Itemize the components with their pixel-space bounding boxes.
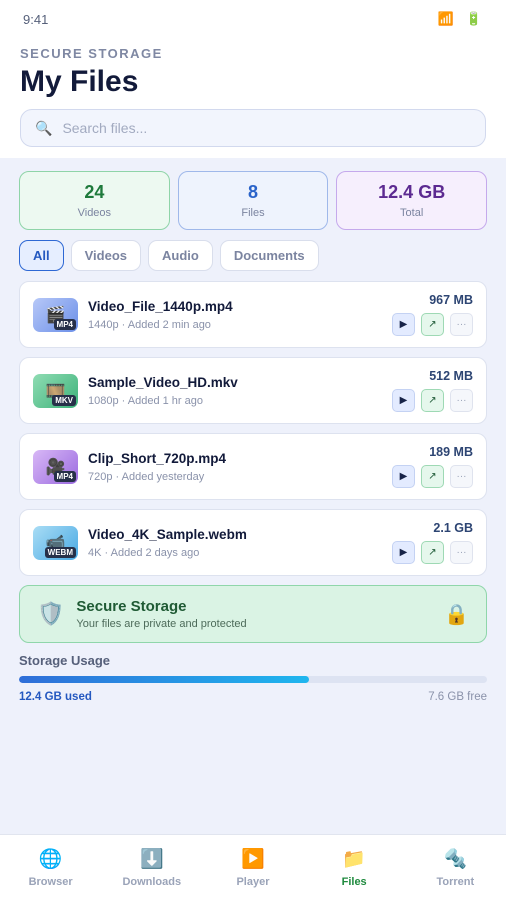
- file-meta: 1080p · Added 1 hr ago: [88, 394, 203, 407]
- stat-label: Total: [400, 207, 424, 219]
- play-icon: ▶️: [241, 849, 265, 870]
- file-name: Sample_Video_HD.mkv: [88, 374, 238, 390]
- nav-label: Browser: [28, 876, 73, 888]
- file-item[interactable]: 🎥 MP4 Clip_Short_720p.mp4 720p · Added y…: [19, 433, 487, 500]
- stat-videos: 24 Videos: [19, 171, 170, 230]
- usage-used: 12.4 GB used: [19, 691, 92, 703]
- nav-label: Player: [236, 876, 270, 888]
- play-button[interactable]: ▶: [392, 541, 415, 564]
- file-name: Video_File_1440p.mp4: [88, 298, 233, 314]
- stat-total: 12.4 GB Total: [336, 171, 488, 230]
- more-button[interactable]: ···: [450, 313, 473, 336]
- file-size: 2.1 GB: [433, 521, 473, 535]
- file-meta: 4K · Added 2 days ago: [88, 546, 200, 559]
- download-icon: ⬇️: [139, 849, 164, 870]
- folder-icon: 📁: [342, 849, 366, 870]
- search-icon: 🔍: [35, 119, 53, 136]
- file-size: 189 MB: [429, 445, 473, 459]
- status-time: 9:41: [23, 11, 49, 27]
- format-badge: WEBM: [44, 546, 76, 558]
- video-thumbnail: 🎞️ MKV: [33, 373, 78, 408]
- globe-icon: 🌐: [38, 849, 63, 870]
- search-bar[interactable]: 🔍: [20, 109, 486, 147]
- stat-value: 8: [248, 182, 259, 202]
- file-size: 512 MB: [429, 369, 473, 383]
- stat-value: 12.4 GB: [378, 182, 446, 202]
- secure-subtitle: Your files are private and protected: [76, 618, 247, 630]
- tab-audio[interactable]: Audio: [148, 240, 213, 271]
- share-button[interactable]: ↗: [421, 389, 444, 412]
- secure-storage-banner: 🛡️ Secure Storage Your files are private…: [19, 585, 487, 643]
- usage-bar: [19, 676, 487, 683]
- format-badge: MKV: [52, 394, 76, 406]
- nav-files[interactable]: 📁 Files: [309, 847, 399, 888]
- nav-player[interactable]: ▶️ Player: [208, 847, 298, 888]
- bottom-nav: 🌐 Browser ⬇️ Downloads ▶️ Player 📁 Files…: [0, 834, 506, 900]
- search-input[interactable]: [62, 120, 471, 136]
- nav-label: Files: [341, 876, 367, 888]
- wifi-icon: 📶: [437, 11, 454, 26]
- more-button[interactable]: ···: [450, 465, 473, 488]
- header-section: 9:41 📶 🔋 SECURE STORAGE My Files 🔍: [0, 0, 506, 158]
- stat-value: 24: [84, 182, 105, 202]
- nav-torrent[interactable]: 🔩 Torrent: [410, 847, 500, 888]
- stat-files: 8 Files: [177, 171, 329, 230]
- share-button[interactable]: ↗: [421, 313, 444, 336]
- video-thumbnail: 📹 WEBM: [33, 525, 78, 560]
- file-name: Clip_Short_720p.mp4: [88, 450, 227, 466]
- format-badge: MP4: [53, 470, 76, 482]
- nav-label: Downloads: [122, 876, 182, 888]
- share-button[interactable]: ↗: [421, 465, 444, 488]
- lock-icon: 🔒: [444, 603, 469, 626]
- play-button[interactable]: ▶: [392, 389, 415, 412]
- share-button[interactable]: ↗: [421, 541, 444, 564]
- file-list: 🎬 MP4 Video_File_1440p.mp4 1440p · Added…: [0, 271, 506, 576]
- video-thumbnail: 🎬 MP4: [33, 297, 78, 332]
- video-thumbnail: 🎥 MP4: [33, 449, 78, 484]
- more-button[interactable]: ···: [450, 541, 473, 564]
- usage-bar-fill: [19, 676, 310, 683]
- tab-videos[interactable]: Videos: [70, 240, 142, 271]
- page-title: My Files: [20, 65, 139, 98]
- stat-label: Videos: [77, 207, 112, 219]
- file-item[interactable]: 🎞️ MKV Sample_Video_HD.mkv 1080p · Added…: [19, 357, 487, 424]
- stat-label: Files: [241, 207, 265, 219]
- usage-free: 7.6 GB free: [428, 691, 487, 703]
- play-button[interactable]: ▶: [392, 465, 415, 488]
- status-bar: 9:41 📶 🔋: [20, 0, 486, 38]
- storage-usage: Storage Usage 12.4 GB used 7.6 GB free: [0, 643, 506, 703]
- usage-title: Storage Usage: [19, 653, 111, 668]
- file-meta: 720p · Added yesterday: [88, 470, 205, 483]
- tab-all[interactable]: All: [19, 240, 64, 271]
- file-size: 967 MB: [429, 293, 473, 307]
- tab-documents[interactable]: Documents: [219, 240, 319, 271]
- stats-row: 24 Videos 8 Files 12.4 GB Total: [0, 158, 506, 230]
- page-eyebrow: SECURE STORAGE: [20, 46, 163, 61]
- battery-icon: 🔋: [465, 11, 482, 26]
- more-button[interactable]: ···: [450, 389, 473, 412]
- file-item[interactable]: 🎬 MP4 Video_File_1440p.mp4 1440p · Added…: [19, 281, 487, 348]
- shield-icon: 🛡️: [37, 601, 65, 626]
- filter-tabs: All Videos Audio Documents: [0, 230, 506, 271]
- file-meta: 1440p · Added 2 min ago: [88, 318, 211, 331]
- nut-bolt-icon: 🔩: [443, 849, 468, 870]
- nav-browser[interactable]: 🌐 Browser: [6, 847, 96, 888]
- file-item[interactable]: 📹 WEBM Video_4K_Sample.webm 4K · Added 2…: [19, 509, 487, 576]
- play-button[interactable]: ▶: [392, 313, 415, 336]
- secure-title: Secure Storage: [76, 598, 187, 615]
- nav-label: Torrent: [436, 876, 475, 888]
- format-badge: MP4: [53, 318, 76, 330]
- file-name: Video_4K_Sample.webm: [88, 526, 247, 542]
- nav-downloads[interactable]: ⬇️ Downloads: [107, 847, 197, 888]
